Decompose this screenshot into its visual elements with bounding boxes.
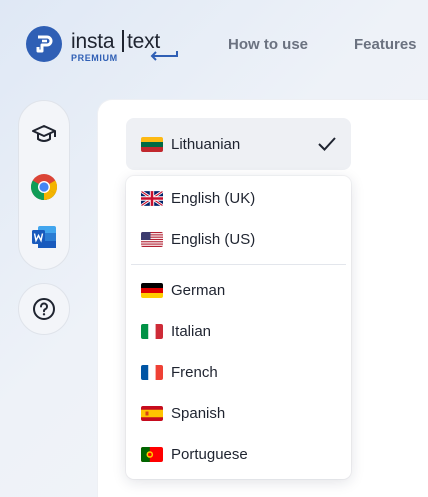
flag-es-icon	[141, 405, 163, 421]
flag-fr-icon	[141, 364, 163, 380]
graduation-cap-icon[interactable]	[31, 123, 57, 150]
language-option-german[interactable]: German	[126, 271, 351, 309]
flag-lt-icon	[141, 136, 163, 152]
instatext-logo[interactable]: insta text PREMIUM	[26, 26, 183, 63]
flag-us-icon	[141, 231, 163, 247]
selected-language-label: Lithuanian	[171, 135, 241, 153]
language-option-italian[interactable]: Italian	[126, 312, 351, 350]
language-option-label: English (US)	[171, 230, 256, 248]
nav-features[interactable]: Features	[354, 36, 417, 53]
logo-mark-icon	[26, 26, 62, 62]
language-option-label: Spanish	[171, 404, 226, 422]
flag-pt-icon	[141, 446, 163, 462]
language-option-label: Portuguese	[171, 445, 248, 463]
language-option-portuguese[interactable]: Portuguese	[126, 435, 351, 473]
flag-it-icon	[141, 323, 163, 339]
dropdown-divider	[131, 264, 346, 265]
language-option-label: French	[171, 363, 218, 381]
language-option-french[interactable]: French	[126, 353, 351, 391]
language-option-label: German	[171, 281, 226, 299]
language-option-english-uk[interactable]: English (UK)	[126, 179, 351, 217]
side-rail	[18, 100, 70, 270]
nav-how-to-use[interactable]: How to use	[228, 36, 308, 53]
word-icon[interactable]	[31, 225, 57, 254]
chrome-icon[interactable]	[30, 173, 58, 206]
flag-gb-icon	[141, 190, 163, 206]
language-option-english-us[interactable]: English (US)	[126, 220, 351, 258]
logo-cursor	[122, 30, 124, 52]
language-option-spanish[interactable]: Spanish	[126, 394, 351, 432]
flag-de-icon	[141, 282, 163, 298]
checkmark-icon	[318, 137, 336, 151]
language-select[interactable]: Lithuanian	[126, 118, 351, 170]
language-dropdown: English (UK) English (US) German Italian…	[126, 176, 351, 479]
help-button[interactable]	[18, 283, 70, 335]
logo-swap-arrow-icon	[150, 51, 178, 61]
logo-insta: insta	[71, 30, 115, 53]
question-mark-icon	[33, 298, 55, 320]
language-option-label: Italian	[171, 322, 212, 340]
premium-badge: PREMIUM	[71, 53, 118, 63]
language-option-label: English (UK)	[171, 189, 256, 207]
logo-wordmark: insta text PREMIUM	[71, 26, 183, 63]
